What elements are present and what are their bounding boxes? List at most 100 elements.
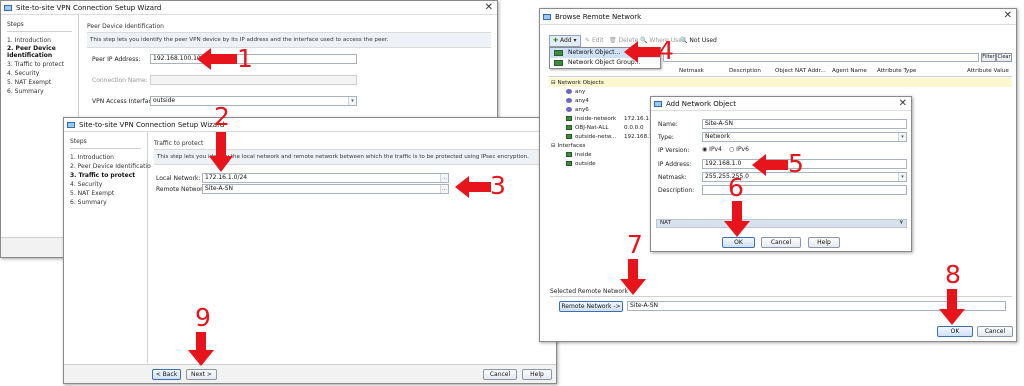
next-button[interactable]: Next > [186,369,217,380]
annotation-number-1: 1 [237,44,253,73]
cisco-app-icon [654,100,662,108]
ok-button[interactable]: OK [722,237,755,248]
interface-icon [566,152,572,157]
add-icon: ✚ [553,37,559,44]
help-button[interactable]: Help [522,369,552,380]
network-icon [566,125,572,130]
ip-address-input[interactable]: 192.168.1.0 [702,159,907,169]
col-netmask[interactable]: Netmask [679,66,704,76]
nat-section-header[interactable]: NAT ¥ [656,219,907,228]
wizard1-title: Site-to-site VPN Connection Setup Wizard [16,3,162,12]
edit-button[interactable]: ✎ Edit [585,35,604,47]
list-item[interactable]: any [566,88,585,96]
type-label: Type: [658,134,674,141]
ipv4-radio[interactable]: ◉ IPv4 [702,146,722,153]
connection-name-input[interactable] [150,75,357,85]
chevron-down-icon[interactable]: ▾ [898,133,906,141]
group-network-objects[interactable]: ⊟ Network Objects [551,79,604,87]
peer-ip-label: Peer IP Address: [92,56,141,63]
wizard1-content: Peer Device Identification This step let… [87,23,491,48]
list-item[interactable]: any6 [566,106,589,114]
step-nat-exempt: 5. NAT Exempt [7,79,52,86]
filter-input[interactable] [663,53,979,62]
cancel-button[interactable]: Cancel [483,369,517,380]
radio-empty-icon: ○ [729,146,735,153]
vpn-interface-value: outside [153,97,176,104]
netmask-label: Netmask: [658,174,687,181]
annotation-number-2: 2 [214,102,230,131]
list-item[interactable]: any4 [566,97,589,105]
annotation-number-3: 3 [490,171,506,200]
type-select[interactable]: Network ▾ [702,132,907,142]
list-item[interactable]: inside [566,151,592,159]
panel-description: This step lets you identify the peer VPN… [87,33,491,48]
browse-title: Browse Remote Network [555,12,642,21]
network-objects-highlight [549,78,1012,87]
col-object-nat[interactable]: Object NAT Addr... [775,66,826,76]
remote-network-input[interactable]: Site-A-SN … [202,184,449,194]
browse-toolbar: ✚ Add ▾ ✎ Edit 🗑 Delete 🔍 Where Used 🔍 N… [549,35,1009,47]
wizard1-titlebar[interactable]: Site-to-site VPN Connection Setup Wizard… [1,1,497,15]
annotation-arrow-1 [197,48,237,70]
annotation-number-8: 8 [945,260,961,289]
not-used-button[interactable]: 🔍 Not Used [680,35,717,47]
name-input[interactable]: Site-A-SN [702,119,907,129]
network-object-icon [566,89,572,94]
wizard2-title: Site-to-site VPN Connection Setup Wizard [79,120,225,129]
close-icon[interactable]: ✕ [485,2,493,14]
remote-network-button[interactable]: Remote Network -> [559,301,623,312]
connection-name-label: Connection Name: [92,77,148,84]
annotation-arrow-8 [939,289,965,325]
list-item[interactable]: outside-netw... 192.168.1 [566,133,652,141]
add-button[interactable]: ✚ Add ▾ [549,35,581,47]
col-attribute-value[interactable]: Attribute Value [967,66,1009,76]
cancel-button[interactable]: Cancel [977,326,1013,337]
close-icon[interactable]: ✕ [899,98,907,110]
local-network-label: Local Network: [156,175,201,182]
network-icon [566,116,572,121]
browse-titlebar[interactable]: Browse Remote Network ✕ [540,9,1016,25]
description-label: Description: [658,187,695,194]
annotation-number-4: 4 [658,36,674,65]
annotation-number-6: 6 [728,173,744,202]
col-attribute-type[interactable]: Attribute Type [877,66,916,76]
list-item[interactable]: inside-network 172.16.1 [566,115,649,123]
filter-button[interactable]: Filter [981,53,996,62]
wizard2-steps-panel: Steps 1. Introduction 2. Peer Device Ide… [64,132,151,363]
vpn-interface-select[interactable]: outside ▾ [150,96,357,106]
clear-button[interactable]: Clear [996,53,1012,62]
browse-icon[interactable]: … [440,185,448,193]
local-network-input[interactable]: 172.16.1.0/24 … [202,173,449,183]
group-interfaces[interactable]: ⊟ Interfaces [551,142,585,150]
col-agent-name[interactable]: Agent Name [832,66,867,76]
radio-selected-icon: ◉ [702,146,708,153]
col-description[interactable]: Description [729,66,761,76]
annotation-arrow-6 [724,201,750,237]
back-button[interactable]: < Back [152,369,181,380]
ok-button[interactable]: OK [937,326,973,337]
remote-network-value: Site-A-SN [205,185,233,192]
ip-version-label: IP Version: [658,147,690,154]
add-object-titlebar[interactable]: Add Network Object ✕ [651,97,911,111]
wizard2-titlebar[interactable]: Site-to-site VPN Connection Setup Wizard [64,118,556,132]
steps-header: Steps [7,21,72,32]
step-summary: 6. Summary [70,199,107,206]
chevron-down-icon[interactable]: ▾ [898,173,906,181]
chevron-down-icon[interactable]: ▾ [348,97,356,105]
list-item[interactable]: OBJ-Nat-ALL 0.0.0.0 [566,124,644,132]
ipv6-radio[interactable]: ○ IPv6 [729,146,749,153]
edit-icon: ✎ [585,37,591,44]
steps-header: Steps [70,138,141,149]
browse-icon[interactable]: … [440,174,448,182]
remote-network-label: Remote Network: [156,186,209,193]
close-icon[interactable]: ✕ [1004,10,1012,22]
list-item[interactable]: outside [566,160,596,168]
network-group-icon [554,60,563,66]
network-icon [566,134,572,139]
help-button[interactable]: Help [808,237,840,248]
chevron-down-icon: ▾ [573,37,577,44]
cancel-button[interactable]: Cancel [761,237,801,248]
annotation-arrow-9 [188,332,214,366]
peer-ip-input[interactable]: 192.168.100.100 [150,54,357,64]
annotation-number-7: 7 [627,230,643,259]
